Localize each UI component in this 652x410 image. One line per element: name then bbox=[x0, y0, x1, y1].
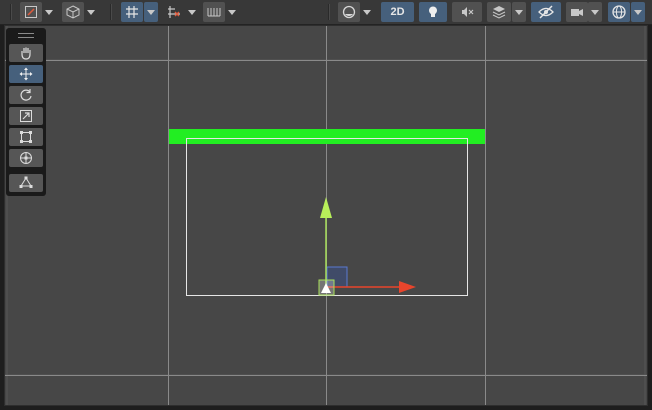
chevron-down-icon bbox=[45, 9, 53, 15]
2d-toggle-button[interactable]: 2D bbox=[381, 2, 414, 22]
audio-muted-icon bbox=[462, 7, 474, 17]
audio-toggle-button[interactable] bbox=[452, 2, 482, 22]
effects-button[interactable] bbox=[487, 2, 511, 22]
chevron-down-icon bbox=[147, 9, 155, 15]
move-tool[interactable] bbox=[9, 65, 43, 83]
increment-snap-button[interactable] bbox=[163, 2, 185, 22]
chevron-down-icon bbox=[87, 9, 95, 15]
rotate-tool[interactable] bbox=[9, 86, 43, 104]
lighting-toggle-button[interactable] bbox=[419, 2, 447, 22]
draw-mode-dropdown[interactable] bbox=[42, 2, 56, 22]
effects-dropdown[interactable] bbox=[512, 2, 526, 22]
shading-mode-dropdown[interactable] bbox=[360, 2, 374, 22]
draw-mode-icon bbox=[25, 6, 37, 18]
toolbar-separator bbox=[328, 4, 330, 20]
gizmos-dropdown[interactable] bbox=[631, 2, 645, 22]
shading-mode-button[interactable] bbox=[338, 2, 360, 22]
shading-sphere-icon bbox=[342, 5, 356, 19]
2d-toggle-label: 2D bbox=[390, 6, 405, 18]
scene-canvas[interactable] bbox=[5, 26, 648, 406]
custom-editor-tool-icon bbox=[19, 176, 33, 188]
rotate-icon bbox=[20, 89, 32, 101]
effects-icon bbox=[492, 6, 506, 19]
chevron-down-icon bbox=[188, 9, 196, 15]
palette-drag-handle[interactable] bbox=[18, 33, 34, 38]
scale-tool[interactable] bbox=[9, 107, 43, 125]
camera-icon bbox=[571, 9, 583, 16]
toolbar-separator bbox=[110, 4, 112, 20]
grid-visibility-button[interactable] bbox=[203, 2, 225, 22]
chevron-down-icon bbox=[634, 9, 642, 15]
rect-transform-icon bbox=[20, 131, 32, 143]
hand-icon bbox=[21, 47, 31, 60]
grid-snap-dropdown[interactable] bbox=[144, 2, 158, 22]
tool-palette bbox=[6, 28, 46, 196]
increment-snap-icon bbox=[168, 6, 180, 18]
chevron-down-icon bbox=[591, 9, 599, 15]
chevron-down-icon bbox=[228, 9, 236, 15]
cube-icon bbox=[66, 5, 80, 19]
chevron-down-icon bbox=[515, 9, 523, 15]
scale-icon bbox=[20, 110, 32, 122]
camera-dropdown[interactable] bbox=[588, 2, 602, 22]
draw-mode-button[interactable] bbox=[20, 2, 42, 22]
move-arrows-icon bbox=[19, 67, 33, 81]
green-sprite-object[interactable] bbox=[169, 129, 485, 144]
view-options-dropdown[interactable] bbox=[84, 2, 98, 22]
scene-viewport[interactable] bbox=[4, 25, 648, 406]
lightbulb-icon bbox=[429, 6, 437, 17]
x-axis-arrow[interactable] bbox=[399, 281, 416, 293]
grid-visibility-dropdown[interactable] bbox=[225, 2, 239, 22]
camera-button[interactable] bbox=[566, 2, 588, 22]
grid-ruler-icon bbox=[207, 8, 221, 17]
custom-tool[interactable] bbox=[9, 174, 43, 192]
move-gizmo[interactable] bbox=[318, 197, 416, 296]
transform-icon bbox=[20, 152, 32, 164]
view-options-button[interactable] bbox=[62, 2, 84, 22]
increment-snap-dropdown[interactable] bbox=[185, 2, 199, 22]
gizmos-button[interactable] bbox=[608, 2, 630, 22]
eye-hidden-icon bbox=[538, 5, 554, 19]
hidden-objects-button[interactable] bbox=[531, 2, 561, 22]
toolbar-separator bbox=[10, 4, 12, 20]
transform-tool[interactable] bbox=[9, 149, 43, 167]
grid-snap-button[interactable] bbox=[121, 2, 143, 22]
rect-tool[interactable] bbox=[9, 128, 43, 146]
scene-toolbar: 2D bbox=[0, 0, 652, 25]
chevron-down-icon bbox=[363, 9, 371, 15]
y-axis-arrow[interactable] bbox=[320, 197, 332, 218]
gizmos-icon bbox=[612, 5, 626, 19]
grid-snap-icon bbox=[126, 6, 138, 18]
hand-tool[interactable] bbox=[9, 44, 43, 62]
